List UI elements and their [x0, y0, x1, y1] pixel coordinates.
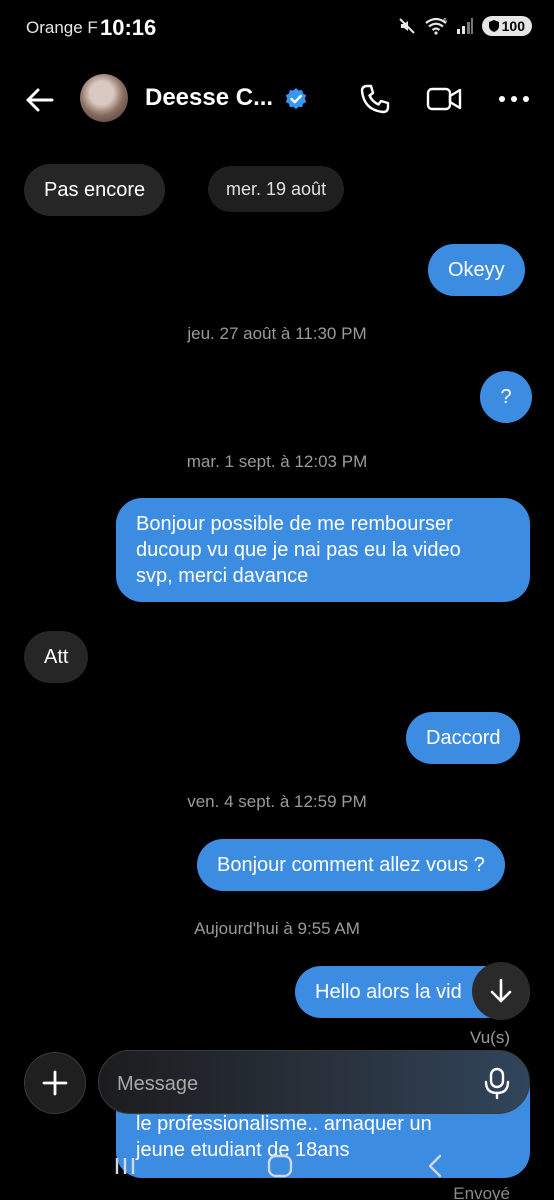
message-incoming[interactable]: Pas encore: [24, 164, 166, 216]
message-text: Okeyy: [448, 259, 505, 281]
microphone-icon[interactable]: [479, 1065, 515, 1101]
sent-status: Envoyé: [453, 1184, 510, 1200]
phone-icon[interactable]: [358, 82, 392, 116]
add-attachment-button[interactable]: [24, 1052, 86, 1114]
avatar[interactable]: [80, 74, 128, 122]
verified-icon: [285, 88, 307, 110]
mute-icon: [398, 18, 415, 34]
timestamp: jeu. 27 août à 11:30 PM: [187, 324, 367, 343]
message-text: Hello alors la vid: [315, 981, 462, 1003]
date-pill: mer. 19 août: [208, 166, 345, 212]
message-outgoing[interactable]: Okeyy: [428, 244, 525, 296]
arrow-down-icon: [490, 978, 512, 1003]
plus-icon: [42, 1070, 68, 1096]
clock: 10:16: [100, 15, 157, 40]
chat-screen: Orange F 10:16 6 100 Deesse C... Pas enc…: [0, 0, 554, 1200]
message-outgoing[interactable]: ?: [480, 371, 532, 423]
more-icon[interactable]: [496, 84, 532, 114]
battery-indicator: 100: [481, 16, 532, 36]
message-text: Att: [44, 646, 69, 668]
timestamp: ven. 4 sept. à 12:59 PM: [187, 792, 367, 811]
chat-header: Deesse C...: [0, 62, 554, 134]
back-arrow-icon[interactable]: [22, 82, 58, 118]
message-text-line: Bonjour possible de me rembourser: [136, 513, 453, 535]
wifi-icon: 6: [424, 17, 447, 35]
network-badge: 6: [443, 18, 447, 25]
battery-level: 100: [501, 18, 525, 34]
message-incoming[interactable]: Att: [24, 631, 89, 683]
message-text: Daccord: [426, 727, 501, 749]
message-text-line: le professionalisme.. arnaquer un: [136, 1113, 432, 1135]
message-text: ?: [500, 386, 512, 408]
contact-name[interactable]: Deesse C...: [145, 84, 273, 112]
message-outgoing[interactable]: Bonjour comment allez vous ?: [197, 839, 505, 891]
carrier-label: Orange F: [26, 18, 98, 37]
video-camera-icon[interactable]: [426, 84, 462, 114]
status-icons: 6 100: [398, 16, 532, 36]
home-icon[interactable]: [266, 1152, 294, 1180]
status-bar: Orange F 10:16 6 100: [0, 0, 554, 58]
message-text-line: ducoup vu que je nai pas eu la video: [136, 539, 461, 561]
timestamp: mar. 1 sept. à 12:03 PM: [186, 452, 368, 471]
message-text-line: svp, merci davance: [136, 565, 309, 587]
message-outgoing[interactable]: Bonjour possible de me rembourser ducoup…: [116, 498, 530, 602]
system-back-icon[interactable]: [424, 1152, 446, 1180]
signal-icon: [456, 18, 473, 34]
message-composer[interactable]: [98, 1050, 530, 1114]
message-outgoing[interactable]: Daccord: [406, 712, 521, 764]
message-text: Pas encore: [44, 179, 146, 201]
seen-label: Vu(s): [470, 1028, 510, 1047]
recent-apps-icon[interactable]: [113, 1152, 137, 1180]
battery-shield-icon: [488, 20, 499, 32]
message-text: Bonjour comment allez vous ?: [217, 854, 485, 876]
timestamp: Aujourd'hui à 9:55 AM: [194, 919, 360, 938]
message-input[interactable]: [115, 1069, 479, 1099]
date-pill-text: mer. 19 août: [226, 179, 327, 199]
scroll-to-bottom-button[interactable]: [472, 962, 530, 1020]
